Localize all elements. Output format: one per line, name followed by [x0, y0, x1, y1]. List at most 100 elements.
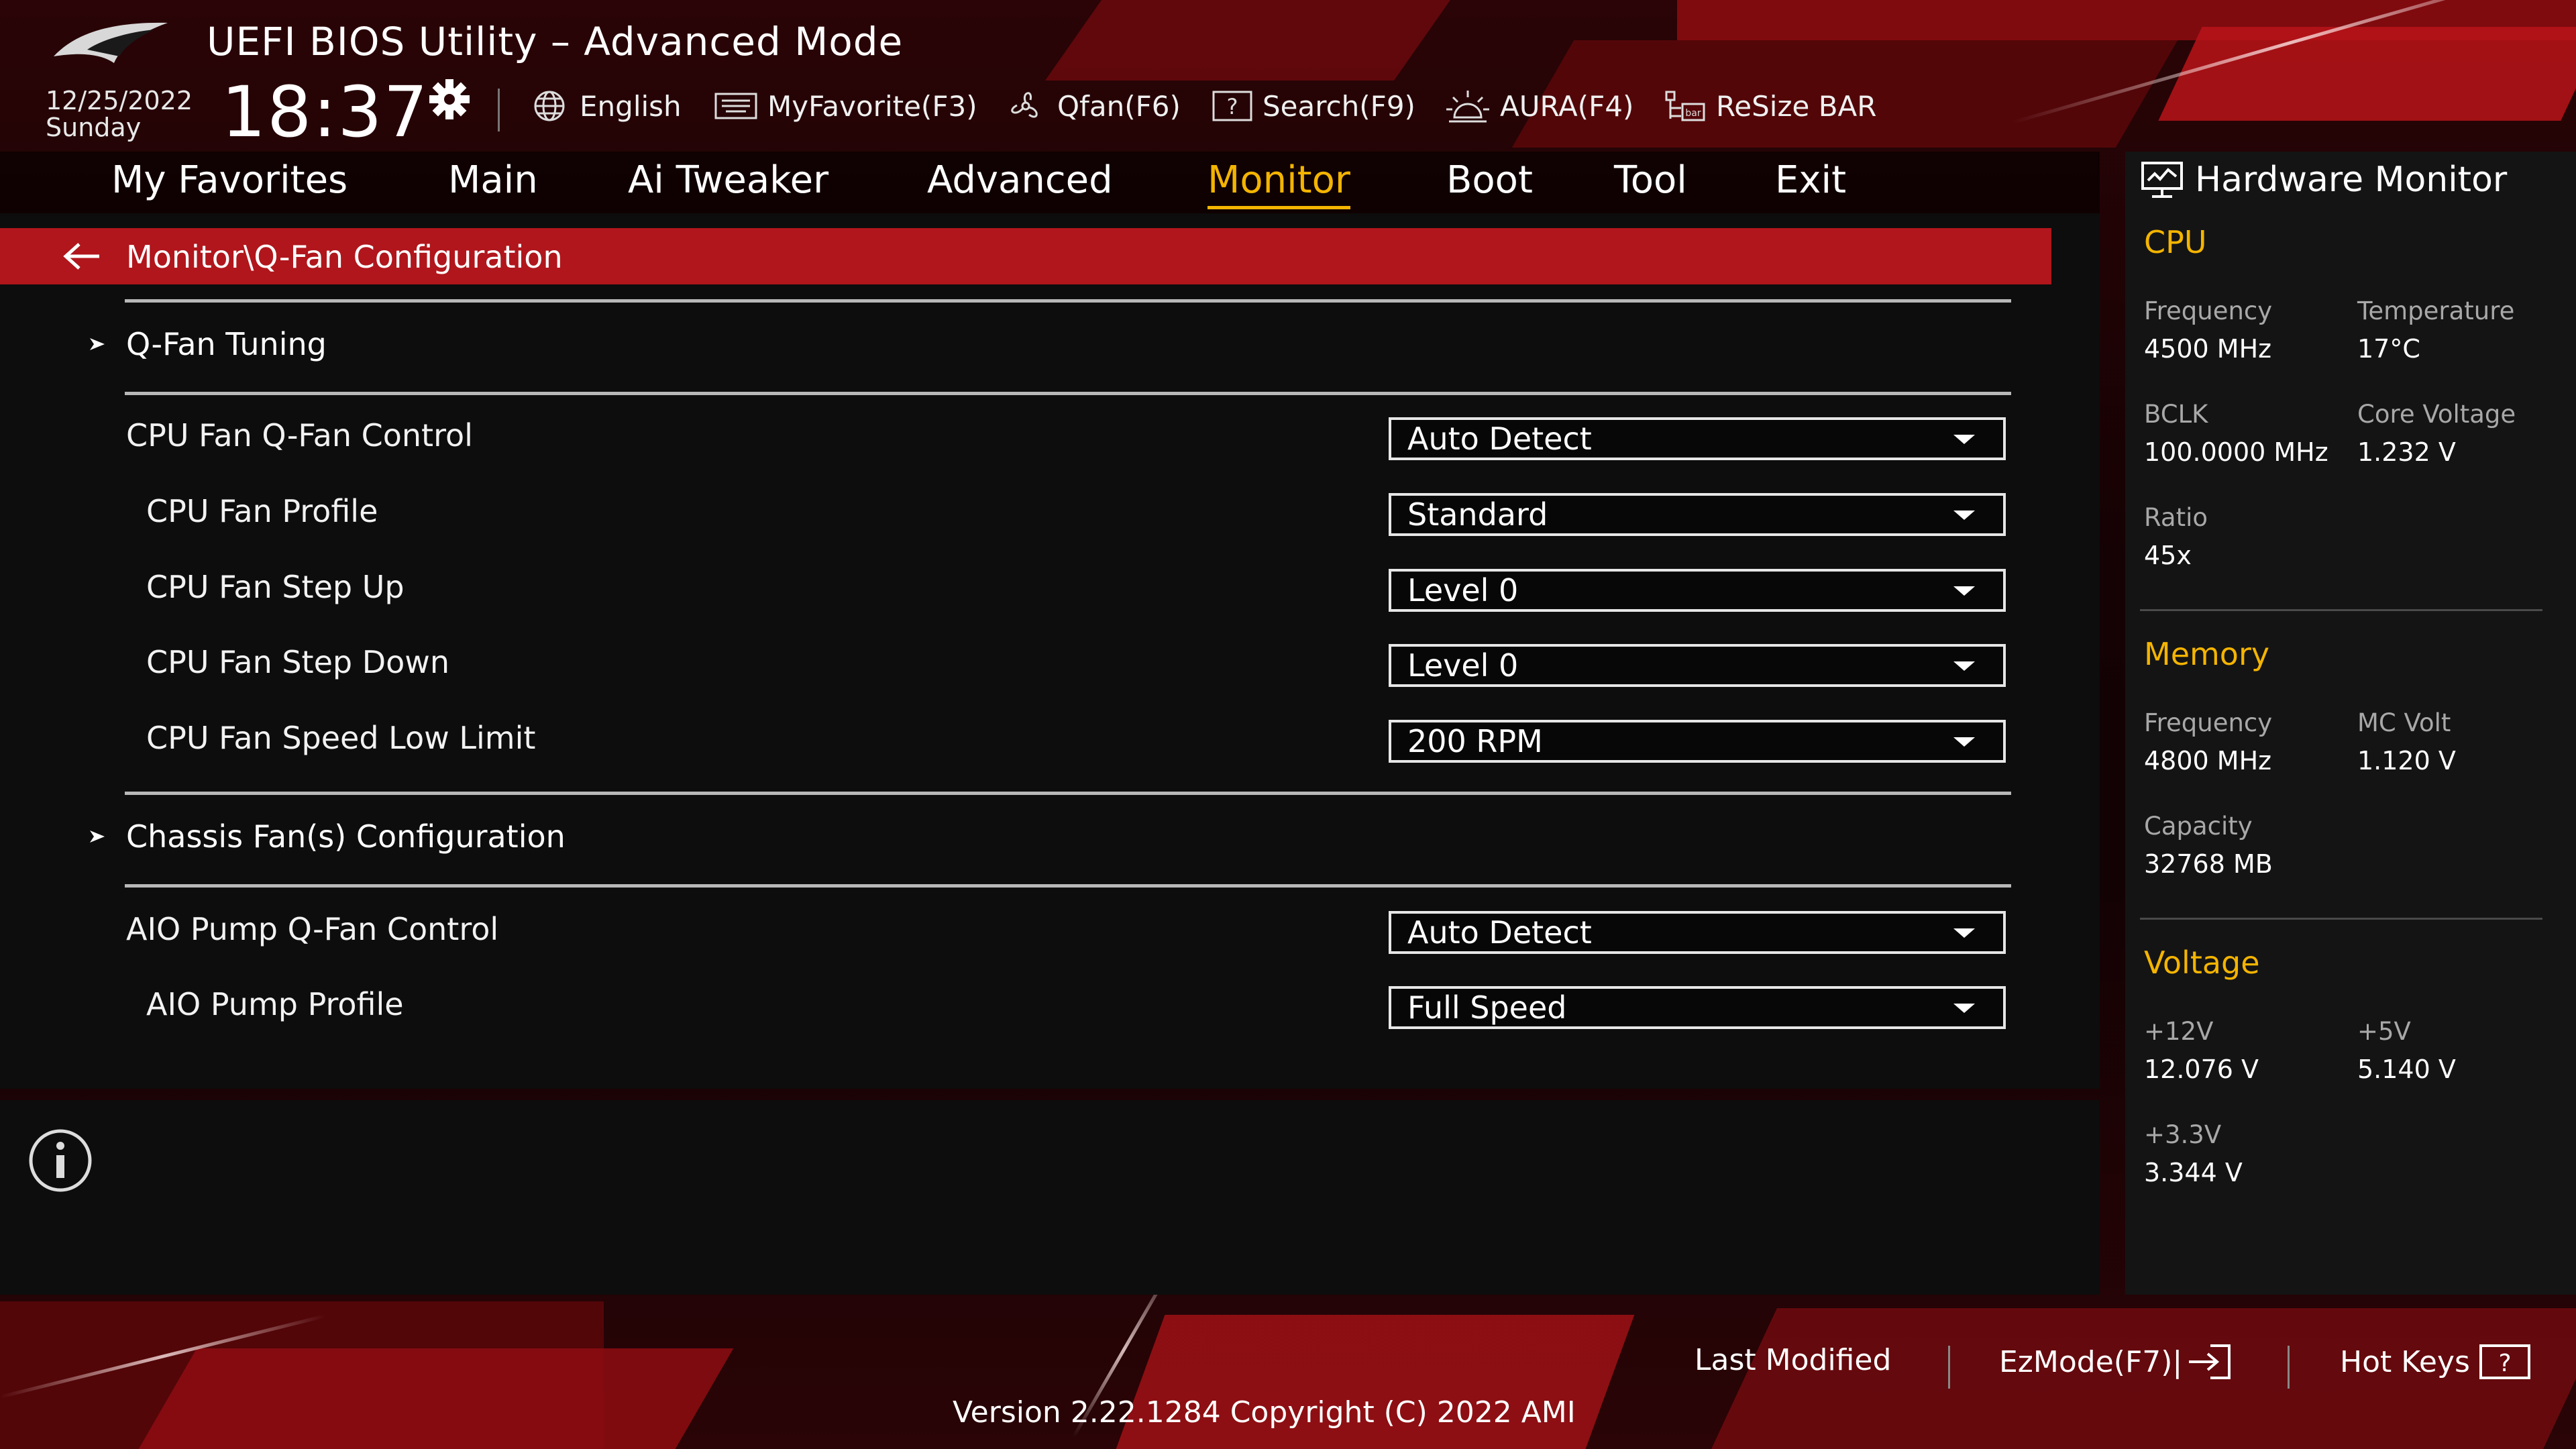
hardware-monitor-panel: Hardware Monitor CPU Frequency Temperatu… [2125, 152, 2576, 1295]
tab-advanced[interactable]: Advanced [927, 158, 1113, 206]
qfan-tuning-link[interactable]: Q-Fan Tuning [87, 326, 327, 362]
breadcrumb: Monitor\Q-Fan Configuration [0, 228, 2051, 284]
v33-value: 3.344 V [2144, 1158, 2243, 1187]
version-text: Version 2.22.1284 Copyright (C) 2022 AMI [953, 1395, 1576, 1430]
aio-pump-control-value: Auto Detect [1407, 914, 1592, 951]
memory-frequency-value: 4800 MHz [2144, 746, 2272, 775]
v5-label: +5V [2357, 1017, 2411, 1046]
v33-label: +3.3V [2144, 1120, 2222, 1149]
back-arrow-icon[interactable] [62, 240, 102, 272]
cpu-fan-profile-value: Standard [1407, 496, 1548, 533]
footer-divider [2288, 1346, 2290, 1389]
page-title: UEFI BIOS Utility – Advanced Mode [207, 19, 904, 64]
svg-text:?: ? [1227, 94, 1238, 119]
resize-bar-button[interactable]: bar ReSize BAR [1662, 86, 1876, 126]
search-button[interactable]: ? Search(F9) [1212, 86, 1415, 126]
date-text: 12/25/2022 [46, 86, 193, 115]
chevron-down-icon [1953, 737, 1975, 747]
tab-ai-tweaker[interactable]: Ai Tweaker [628, 158, 828, 206]
cpu-fan-low-limit-value: 200 RPM [1407, 723, 1543, 759]
chevron-down-icon [1953, 661, 1975, 671]
resize-bar-icon: bar [1665, 91, 1705, 121]
cpu-fan-control-value: Auto Detect [1407, 421, 1592, 457]
info-icon [29, 1129, 92, 1192]
tab-main[interactable]: Main [448, 158, 538, 206]
cpu-fan-step-up-value: Level 0 [1407, 572, 1519, 608]
qfan-button[interactable]: Qfan(F6) [1004, 86, 1181, 126]
qfan-label: Qfan(F6) [1057, 89, 1181, 123]
language-label: English [580, 89, 682, 123]
cpu-section-title: CPU [2144, 224, 2207, 260]
tab-exit[interactable]: Exit [1775, 158, 1846, 206]
cpu-fan-control-select[interactable]: Auto Detect [1389, 417, 2006, 460]
chevron-down-icon [1953, 928, 1975, 938]
capacity-value: 32768 MB [2144, 849, 2273, 879]
footer-divider [1948, 1346, 1950, 1389]
ratio-value: 45x [2144, 541, 2192, 570]
chevron-down-icon [1953, 586, 1975, 596]
chevron-down-icon [1953, 1004, 1975, 1013]
keyboard-icon [714, 93, 757, 119]
header-divider [498, 89, 500, 131]
settings-panel: Monitor\Q-Fan Configuration Q-Fan Tuning… [0, 213, 2100, 1089]
chevron-down-icon [1953, 435, 1975, 444]
cpu-fan-low-limit-label: CPU Fan Speed Low Limit [146, 720, 536, 756]
tab-tool[interactable]: Tool [1614, 158, 1687, 206]
aura-button[interactable]: AURA(F4) [1445, 86, 1633, 126]
globe-icon [534, 91, 565, 121]
hardware-monitor-title: Hardware Monitor [2195, 160, 2508, 200]
chassis-fans-link[interactable]: Chassis Fan(s) Configuration [87, 818, 566, 855]
tab-my-favorites[interactable]: My Favorites [111, 158, 347, 206]
cpu-fan-step-up-select[interactable]: Level 0 [1389, 569, 2006, 612]
chevron-down-icon [1953, 511, 1975, 520]
hot-keys-button[interactable]: Hot Keys ? [2340, 1343, 2532, 1381]
gear-icon[interactable] [425, 78, 474, 126]
help-icon: ? [1212, 91, 1252, 121]
divider [125, 884, 2011, 888]
divider [2140, 918, 2542, 920]
hot-keys-label: Hot Keys [2340, 1344, 2470, 1379]
clock-time: 18:37 [221, 71, 429, 153]
aio-pump-control-label: AIO Pump Q-Fan Control [126, 911, 499, 947]
chassis-fans-label: Chassis Fan(s) Configuration [126, 818, 566, 855]
header-bar: UEFI BIOS Utility – Advanced Mode 12/25/… [0, 0, 2576, 153]
ezmode-button[interactable]: EzMode(F7)| [1999, 1343, 2233, 1381]
aura-label: AURA(F4) [1500, 89, 1634, 123]
divider [125, 392, 2011, 395]
myfavorite-button[interactable]: MyFavorite(F3) [714, 86, 977, 126]
tab-boot[interactable]: Boot [1446, 158, 1533, 206]
ratio-label: Ratio [2144, 503, 2208, 532]
cpu-fan-step-down-label: CPU Fan Step Down [146, 644, 450, 680]
language-button[interactable]: English [529, 86, 682, 126]
cpu-frequency-label: Frequency [2144, 297, 2273, 325]
monitor-icon [2141, 162, 2183, 198]
hardware-monitor-header: Hardware Monitor [2140, 160, 2507, 200]
rog-logo [54, 22, 168, 63]
memory-frequency-label: Frequency [2144, 708, 2273, 737]
myfavorite-label: MyFavorite(F3) [767, 89, 977, 123]
divider [125, 299, 2011, 303]
breadcrumb-text: Monitor\Q-Fan Configuration [126, 239, 563, 275]
chevron-right-icon [90, 338, 105, 350]
aio-pump-control-select[interactable]: Auto Detect [1389, 911, 2006, 954]
main-nav: My Favorites Main Ai Tweaker Advanced Mo… [0, 152, 2100, 213]
day-text: Sunday [46, 113, 142, 142]
aura-icon [1446, 91, 1489, 123]
ezmode-label: EzMode(F7)| [1999, 1344, 2183, 1379]
cpu-fan-profile-label: CPU Fan Profile [146, 493, 378, 529]
cpu-fan-low-limit-select[interactable]: 200 RPM [1389, 720, 2006, 763]
help-icon: ? [2479, 1344, 2530, 1379]
memory-section-title: Memory [2144, 636, 2270, 672]
aio-pump-profile-select[interactable]: Full Speed [1389, 986, 2006, 1029]
svg-text:bar: bar [1685, 108, 1701, 119]
fan-icon [1011, 92, 1038, 118]
search-label: Search(F9) [1263, 89, 1415, 123]
cpu-fan-step-down-select[interactable]: Level 0 [1389, 644, 2006, 687]
tab-monitor[interactable]: Monitor [1208, 158, 1350, 209]
mc-volt-label: MC Volt [2357, 708, 2451, 737]
last-modified-button[interactable]: Last Modified [1695, 1343, 1891, 1377]
cpu-fan-profile-select[interactable]: Standard [1389, 493, 2006, 536]
svg-text:?: ? [2498, 1350, 2511, 1377]
aio-pump-profile-label: AIO Pump Profile [146, 986, 404, 1022]
divider [2140, 609, 2542, 611]
